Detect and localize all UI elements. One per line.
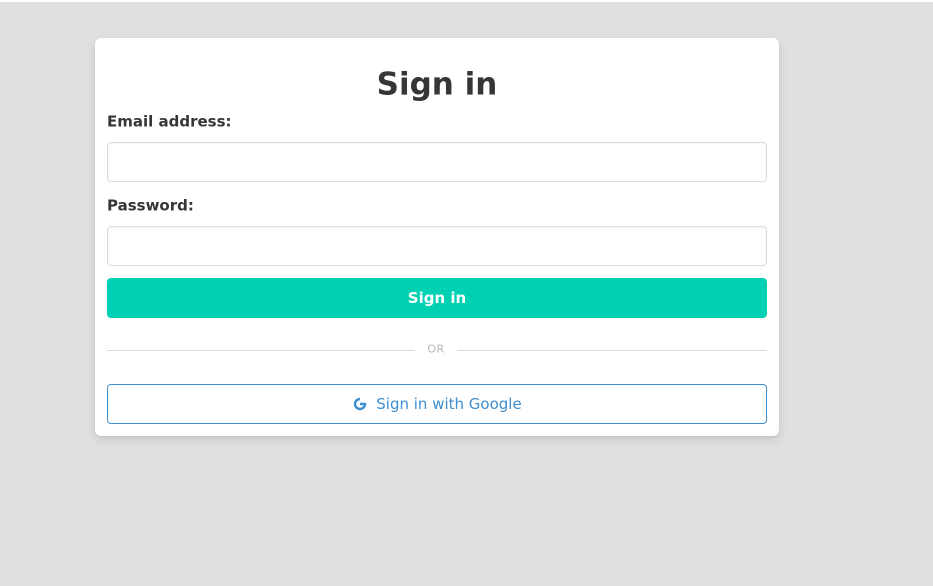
password-input[interactable] — [107, 226, 767, 266]
email-input[interactable] — [107, 142, 767, 182]
sign-in-button[interactable]: Sign in — [107, 278, 767, 318]
google-sign-in-label: Sign in with Google — [376, 395, 522, 413]
page-title: Sign in — [376, 66, 498, 103]
sign-in-card: Sign in Email address: Password: Sign in… — [95, 38, 779, 436]
google-sign-in-button[interactable]: Sign in with Google — [107, 384, 767, 424]
or-divider-text: OR — [427, 342, 445, 356]
divider-left-line — [107, 350, 415, 351]
password-label: Password: — [107, 196, 194, 215]
divider-right-line — [457, 350, 767, 351]
google-g-icon — [352, 396, 368, 412]
email-label: Email address: — [107, 112, 232, 131]
